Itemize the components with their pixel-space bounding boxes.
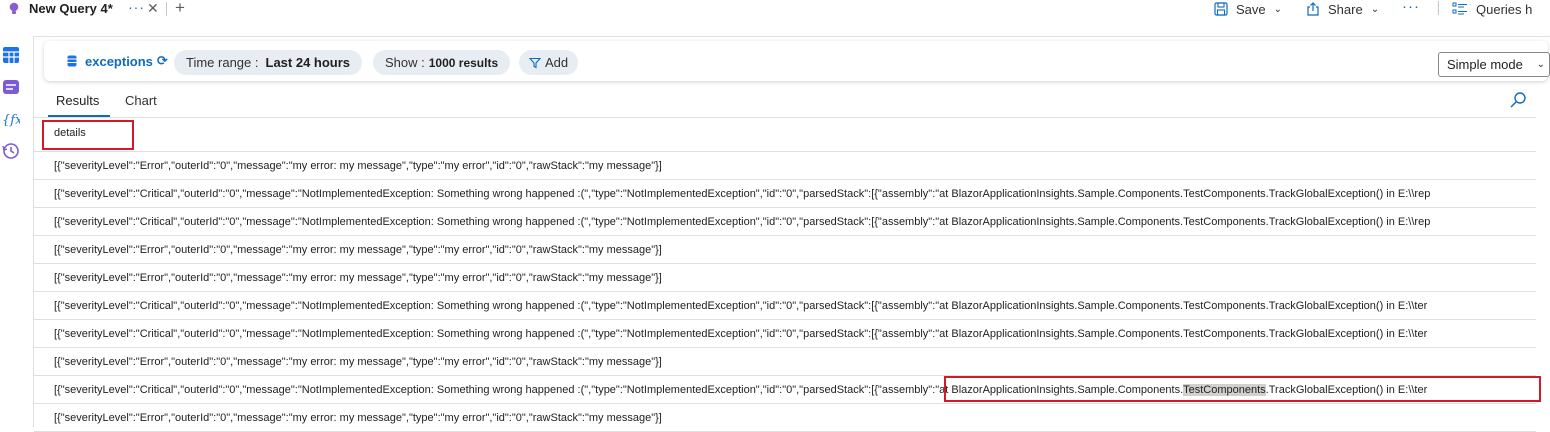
time-range-key: Time range : bbox=[186, 55, 259, 70]
details-cell[interactable]: [{"severityLevel":"Error","outerId":"0",… bbox=[54, 356, 662, 368]
add-filter-label: Add bbox=[545, 55, 569, 70]
svg-text:{fx}: {fx} bbox=[2, 113, 20, 128]
table-row[interactable]: [{"severityLevel":"Error","outerId":"0",… bbox=[34, 404, 1536, 432]
header-highlight-box bbox=[42, 120, 134, 150]
query-panel: exceptions ⟳ Time range : Last 24 hours … bbox=[33, 36, 1550, 432]
time-range-pill[interactable]: Time range : Last 24 hours bbox=[174, 50, 363, 75]
details-cell[interactable]: [{"severityLevel":"Error","outerId":"0",… bbox=[54, 160, 662, 172]
details-cell[interactable]: [{"severityLevel":"Critical","outerId":"… bbox=[54, 300, 1427, 312]
search-icon[interactable] bbox=[1509, 91, 1527, 109]
queries-hub-label: Queries h bbox=[1476, 1, 1533, 17]
tab-results[interactable]: Results bbox=[56, 93, 99, 108]
close-icon[interactable]: ✕ bbox=[147, 0, 159, 17]
chevron-down-icon: ⌄ bbox=[1536, 59, 1545, 70]
toolbar-more-icon[interactable]: ··· bbox=[1402, 0, 1420, 15]
cell-highlight-box bbox=[944, 376, 1541, 402]
table-row[interactable]: [{"severityLevel":"Error","outerId":"0",… bbox=[34, 264, 1536, 292]
save-button[interactable]: Save ⌄ bbox=[1214, 0, 1282, 18]
table-row[interactable]: [{"severityLevel":"Critical","outerId":"… bbox=[34, 180, 1536, 208]
save-icon bbox=[1214, 2, 1228, 16]
tables-icon[interactable] bbox=[2, 46, 20, 64]
grid-top-border bbox=[34, 117, 1536, 118]
queries-hub-button[interactable]: Queries h bbox=[1452, 0, 1532, 18]
cell-text-prefix: [{"severityLevel":"Critical","outerId":"… bbox=[54, 384, 875, 396]
table-row[interactable]: [{"severityLevel":"Error","outerId":"0",… bbox=[34, 152, 1536, 180]
query-tab-title[interactable]: New Query 4* bbox=[29, 1, 113, 16]
lightbulb-icon bbox=[9, 2, 19, 14]
top-bar: New Query 4* ··· ✕ + Save ⌄ Share ⌄ ··· … bbox=[0, 0, 1550, 20]
tab-divider bbox=[166, 2, 167, 16]
share-icon bbox=[1307, 2, 1319, 16]
details-cell[interactable]: [{"severityLevel":"Critical","outerId":"… bbox=[54, 328, 1427, 340]
chevron-down-icon: ⌄ bbox=[1370, 3, 1380, 15]
source-table-selector[interactable]: exceptions ⟳ bbox=[67, 53, 168, 69]
save-label: Save bbox=[1236, 1, 1266, 17]
table-row[interactable]: [{"severityLevel":"Error","outerId":"0",… bbox=[34, 348, 1536, 376]
details-cell[interactable]: [{"severityLevel":"Critical","outerId":"… bbox=[54, 216, 1430, 228]
history-icon[interactable] bbox=[2, 142, 20, 160]
query-pill-bar: exceptions ⟳ Time range : Last 24 hours … bbox=[44, 41, 1550, 81]
functions-icon[interactable]: {fx} bbox=[2, 110, 20, 128]
source-table-label: exceptions bbox=[85, 53, 153, 69]
show-value: 1000 results bbox=[428, 55, 499, 70]
filter-icon bbox=[529, 57, 541, 68]
details-cell[interactable]: [{"severityLevel":"Critical","outerId":"… bbox=[54, 188, 1430, 200]
table-row[interactable]: [{"severityLevel":"Critical","outerId":"… bbox=[34, 208, 1536, 236]
add-filter-button[interactable]: Add bbox=[519, 50, 579, 75]
table-row[interactable]: [{"severityLevel":"Critical","outerId":"… bbox=[34, 292, 1536, 320]
share-label: Share bbox=[1328, 1, 1363, 17]
toolbar-divider bbox=[1438, 1, 1439, 15]
show-key: Show : bbox=[385, 55, 425, 70]
mode-dropdown[interactable]: Simple mode ⌄ bbox=[1438, 52, 1550, 77]
database-icon bbox=[67, 55, 77, 67]
details-cell[interactable]: [{"severityLevel":"Error","outerId":"0",… bbox=[54, 272, 662, 284]
show-results-pill[interactable]: Show : 1000 results bbox=[373, 50, 511, 75]
chevron-down-icon: ⌄ bbox=[1273, 3, 1283, 15]
share-button[interactable]: Share ⌄ bbox=[1306, 0, 1379, 18]
tab-chart[interactable]: Chart bbox=[125, 93, 157, 108]
tab-more-icon[interactable]: ··· bbox=[128, 0, 145, 15]
details-cell[interactable]: [{"severityLevel":"Error","outerId":"0",… bbox=[54, 412, 662, 424]
time-range-value: Last 24 hours bbox=[265, 55, 351, 70]
queries-list-icon bbox=[1452, 2, 1467, 15]
table-row[interactable]: [{"severityLevel":"Error","outerId":"0",… bbox=[34, 236, 1536, 264]
queries-icon[interactable] bbox=[2, 78, 20, 96]
refresh-icon[interactable]: ⟳ bbox=[157, 53, 168, 69]
table-row[interactable]: [{"severityLevel":"Critical","outerId":"… bbox=[34, 320, 1536, 348]
add-tab-icon[interactable]: + bbox=[175, 0, 185, 18]
details-cell[interactable]: [{"severityLevel":"Error","outerId":"0",… bbox=[54, 244, 662, 256]
mode-value: Simple mode bbox=[1447, 57, 1523, 72]
